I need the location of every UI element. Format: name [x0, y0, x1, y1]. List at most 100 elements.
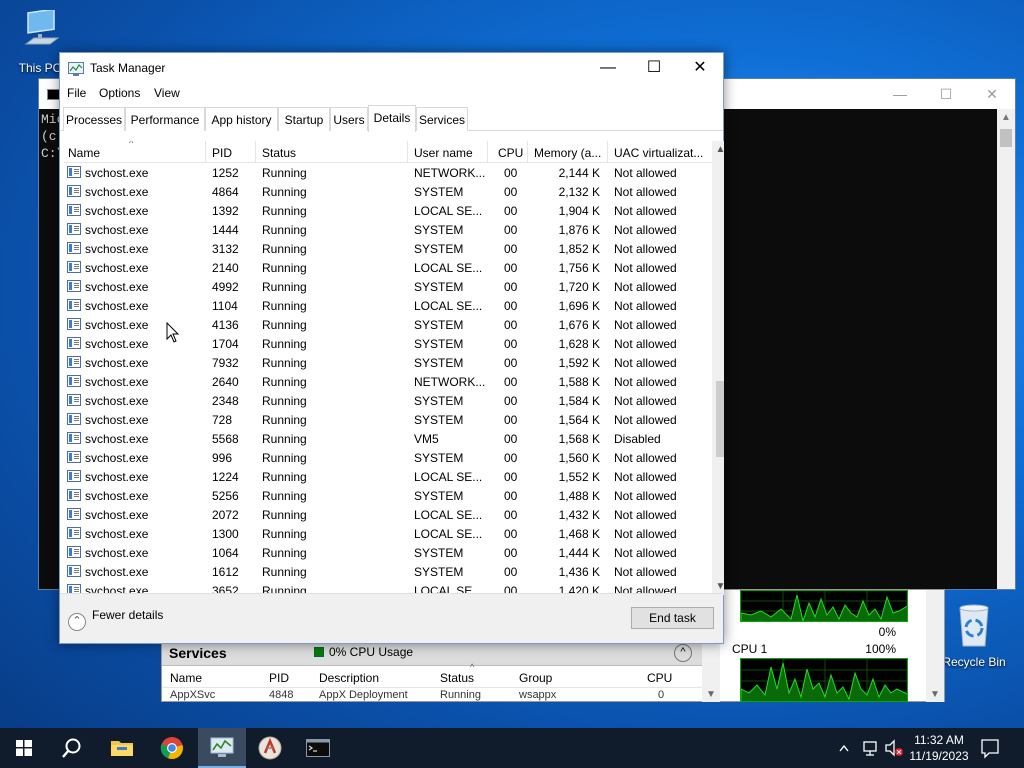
chevron-up-icon [839, 744, 849, 752]
cell-pid: 2348 [212, 394, 239, 408]
column-header-cpu[interactable]: CPU [647, 671, 672, 685]
cell-cpu: 00 [504, 470, 518, 484]
column-header-cpu[interactable]: CPU [488, 141, 528, 163]
cell-user-name: SYSTEM [414, 489, 464, 503]
scroll-down-icon[interactable]: ▼ [702, 689, 720, 700]
table-row[interactable]: svchost.exe 4992 Running SYSTEM 00 1,720 K Not… [64, 277, 724, 296]
tab-performance[interactable]: Performance [125, 107, 205, 131]
cell-user-name: SYSTEM [414, 337, 464, 351]
table-row[interactable]: svchost.exe 1104 Running LOCAL SE... 00 1,696… [64, 296, 724, 315]
desktop-icon-recycle-bin[interactable]: Recycle Bin [934, 602, 1014, 669]
close-button[interactable]: ✕ [969, 79, 1015, 109]
table-row[interactable]: svchost.exe 996 Running SYSTEM 00 1,560 K Not … [64, 448, 724, 467]
menu-options[interactable]: Options [99, 86, 140, 100]
end-task-button[interactable]: End task [631, 607, 714, 629]
services-scrollbar[interactable]: ▼ [702, 640, 720, 702]
tab-users[interactable]: Users [330, 107, 368, 131]
menu-file[interactable]: File [67, 86, 86, 100]
cell-status: Running [262, 223, 307, 237]
table-row[interactable]: svchost.exe 1252 Running NETWORK... 00 2,144 … [64, 163, 724, 182]
close-button[interactable]: ✕ [677, 53, 723, 83]
column-header-name[interactable]: Name ^ [64, 141, 206, 163]
table-row[interactable]: svchost.exe 1224 Running LOCAL SE... 00 1,552… [64, 467, 724, 486]
table-row[interactable]: svchost.exe 4864 Running SYSTEM 00 2,132 K Not… [64, 182, 724, 201]
minimize-button[interactable]: — [877, 79, 923, 109]
column-header-group[interactable]: Group [519, 671, 552, 685]
column-header-name[interactable]: Name [170, 671, 202, 685]
taskbar-chrome[interactable] [148, 728, 196, 768]
table-row[interactable]: svchost.exe 1704 Running SYSTEM 00 1,628 K Not… [64, 334, 724, 353]
cell-name: svchost.exe [85, 337, 149, 351]
table-row[interactable]: svchost.exe 2072 Running LOCAL SE... 00 1,432… [64, 505, 724, 524]
table-row[interactable]: svchost.exe 5256 Running SYSTEM 00 1,488 K Not… [64, 486, 724, 505]
start-button[interactable] [0, 728, 48, 768]
column-header-user-name[interactable]: User name [408, 141, 488, 163]
table-row[interactable]: svchost.exe 3132 Running SYSTEM 00 1,852 K Not… [64, 239, 724, 258]
column-header-uac-virtualization[interactable]: UAC virtualizat... [608, 141, 712, 163]
cell-cpu: 00 [504, 204, 518, 218]
column-header-status[interactable]: Status [256, 141, 408, 163]
cell-memory: 1,852 K [558, 242, 600, 256]
table-row[interactable]: svchost.exe 1064 Running SYSTEM 00 1,444 K Not… [64, 543, 724, 562]
scroll-up-icon[interactable]: ▲ [997, 109, 1015, 127]
cell: wsappx [519, 689, 557, 701]
column-header-pid[interactable]: PID [206, 141, 256, 163]
taskbar-file-explorer[interactable] [98, 728, 146, 768]
cell-uac: Not allowed [614, 280, 677, 294]
table-row[interactable]: svchost.exe 1444 Running SYSTEM 00 1,876 K Not… [64, 220, 724, 239]
taskbar-task-manager[interactable] [198, 728, 246, 768]
scroll-thumb[interactable] [1000, 129, 1012, 147]
show-hidden-icons-button[interactable] [838, 728, 854, 768]
column-header-memory[interactable]: Memory (a... [528, 141, 608, 163]
column-header-description[interactable]: Description [319, 671, 379, 685]
scroll-thumb[interactable] [716, 381, 724, 457]
system-clock[interactable]: 11:32 AM 11/19/2023 [906, 732, 972, 764]
cell-uac: Not allowed [614, 565, 677, 579]
table-row[interactable]: svchost.exe 2140 Running LOCAL SE... 00 1,756… [64, 258, 724, 277]
chevron-up-icon: ⌃ [68, 613, 86, 631]
menu-view[interactable]: View [154, 86, 180, 100]
column-header-pid[interactable]: PID [269, 671, 289, 685]
network-tray-button[interactable] [862, 728, 880, 768]
table-row[interactable]: svchost.exe 2348 Running SYSTEM 00 1,584 K Not… [64, 391, 724, 410]
table-row[interactable]: AppXSvc 4848 AppX Deployment Running wsa… [162, 688, 702, 702]
cell-uac: Not allowed [614, 546, 677, 560]
tab-services[interactable]: Services [416, 107, 468, 131]
tab-processes[interactable]: Processes [63, 107, 125, 131]
maximize-button[interactable]: ☐ [631, 53, 677, 83]
table-scrollbar[interactable]: ▲ ▼ [712, 141, 724, 595]
taskbar-terminal[interactable] [294, 728, 342, 768]
collapse-icon[interactable]: ^ [674, 644, 692, 662]
column-header-status[interactable]: Status [440, 671, 474, 685]
tab-app-history[interactable]: App history [205, 107, 278, 131]
footer: ⌃ Fewer details End task [60, 593, 723, 643]
resmon-scrollbar[interactable]: ▼ [926, 590, 944, 702]
taskbar-app[interactable] [246, 728, 294, 768]
table-row[interactable]: svchost.exe 728 Running SYSTEM 00 1,564 K Not … [64, 410, 724, 429]
volume-tray-button[interactable] [884, 728, 906, 768]
table-row[interactable]: svchost.exe 7932 Running SYSTEM 00 1,592 K Not… [64, 353, 724, 372]
cpu1-label: CPU 1 [732, 642, 768, 656]
process-icon [67, 413, 81, 425]
tab-startup[interactable]: Startup [278, 107, 330, 131]
table-row[interactable]: svchost.exe 1392 Running LOCAL SE... 00 1,904… [64, 201, 724, 220]
task-manager-window[interactable]: Task Manager — ☐ ✕ File Options View Pro… [59, 52, 724, 644]
minimize-button[interactable]: — [585, 53, 631, 83]
cell-status: Running [262, 242, 307, 256]
process-icon [67, 261, 81, 273]
table-row[interactable]: svchost.exe 1300 Running LOCAL SE... 00 1,468… [64, 524, 724, 543]
table-row[interactable]: svchost.exe 2640 Running NETWORK... 00 1,588 … [64, 372, 724, 391]
search-button[interactable] [48, 728, 96, 768]
scroll-up-icon[interactable]: ▲ [712, 141, 724, 158]
tab-details[interactable]: Details [368, 105, 416, 132]
table-row[interactable]: svchost.exe 1612 Running SYSTEM 00 1,436 K Not… [64, 562, 724, 581]
table-row[interactable]: svchost.exe 5568 Running VM5 00 1,568 K Disabl… [64, 429, 724, 448]
action-center-button[interactable] [980, 728, 1004, 768]
task-manager-titlebar[interactable]: Task Manager — ☐ ✕ [60, 53, 723, 83]
scroll-down-icon[interactable]: ▼ [926, 689, 944, 700]
maximize-button[interactable]: ☐ [923, 79, 969, 109]
fewer-details-button[interactable]: ⌃ Fewer details [68, 608, 163, 631]
process-icon [67, 546, 81, 558]
table-row[interactable]: svchost.exe 4136 Running SYSTEM 00 1,676 K Not… [64, 315, 724, 334]
cmd-scrollbar[interactable]: ▲ [997, 109, 1015, 589]
